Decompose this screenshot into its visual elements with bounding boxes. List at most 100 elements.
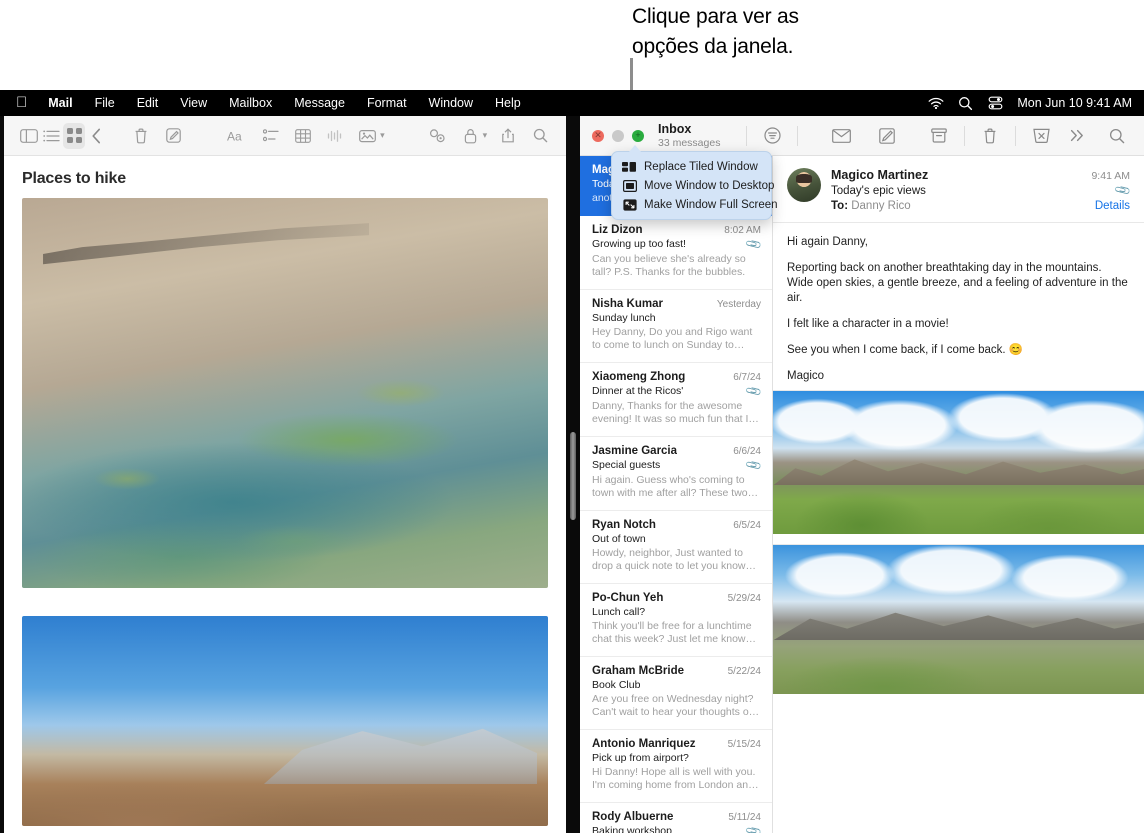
message-subject: Baking workshop bbox=[592, 825, 672, 833]
spotlight-search-icon[interactable] bbox=[957, 95, 974, 112]
message-date: 8:02 AM bbox=[724, 225, 761, 236]
apple-logo-icon[interactable]:  bbox=[12, 90, 37, 116]
chevron-left-icon[interactable] bbox=[85, 123, 107, 149]
compose-icon[interactable] bbox=[872, 123, 902, 149]
control-center-icon[interactable] bbox=[987, 95, 1004, 112]
menu-item-view[interactable]: View bbox=[169, 90, 218, 116]
archive-icon[interactable] bbox=[924, 123, 954, 149]
list-item[interactable]: Ryan Notch 6/5/24 Out of town Howdy, nei… bbox=[580, 511, 772, 584]
menu-bar-status: Mon Jun 10 9:41 AM bbox=[927, 95, 1144, 112]
filter-icon[interactable] bbox=[757, 123, 787, 149]
list-item[interactable]: Jasmine Garcia 6/6/24 Special guests 📎 H… bbox=[580, 437, 772, 511]
message-list[interactable]: Magico Martinez 9:41 AM Today's epic vie… bbox=[580, 156, 773, 833]
menu-item-mailbox[interactable]: Mailbox bbox=[218, 90, 283, 116]
message-date: 5/29/24 bbox=[728, 593, 761, 604]
message-sender: Rody Albuerne bbox=[592, 811, 673, 823]
list-view-icon[interactable] bbox=[40, 123, 62, 149]
mail-body: Magico Martinez 9:41 AM Today's epic vie… bbox=[580, 156, 1144, 833]
notes-toolbar: Aa ▾ ▾ bbox=[4, 116, 566, 156]
message-date: 6/6/24 bbox=[733, 446, 761, 457]
menu-item-edit[interactable]: Edit bbox=[126, 90, 170, 116]
close-window-button[interactable]: ✕ bbox=[592, 130, 604, 142]
search-icon[interactable] bbox=[1102, 123, 1132, 149]
reading-pane: Magico Martinez 9:41 AM Today's epic vie… bbox=[773, 156, 1144, 833]
zoom-window-button[interactable]: + bbox=[632, 130, 644, 142]
svg-text:Aa: Aa bbox=[227, 129, 242, 143]
text-format-icon: Aa bbox=[227, 123, 249, 149]
window-controls: ✕ + bbox=[592, 130, 644, 142]
junk-icon[interactable] bbox=[1026, 123, 1056, 149]
lock-chevron-down-icon[interactable]: ▾ bbox=[483, 130, 488, 141]
body-paragraph: Hi again Danny, bbox=[787, 235, 1130, 250]
message-subject: Growing up too fast! bbox=[592, 238, 686, 250]
tiled-windows-icon bbox=[622, 160, 637, 173]
message-header: Magico Martinez 9:41 AM Today's epic vie… bbox=[773, 156, 1144, 223]
menu-item-replace-tiled-window[interactable]: Replace Tiled Window bbox=[612, 157, 771, 176]
list-item[interactable]: Antonio Manriquez 5/15/24 Pick up from a… bbox=[580, 730, 772, 803]
menu-item-label: Move Window to Desktop bbox=[644, 180, 774, 192]
list-item[interactable]: Rody Albuerne 5/11/24 Baking workshop 📎 … bbox=[580, 803, 772, 833]
menu-bar-items:  Mail File Edit View Mailbox Message Fo… bbox=[0, 90, 532, 116]
message-preview: Hi again. Guess who's coming to town wit… bbox=[592, 474, 761, 501]
lock-icon[interactable] bbox=[459, 123, 481, 149]
menu-item-file[interactable]: File bbox=[84, 90, 126, 116]
details-link[interactable]: Details bbox=[1095, 200, 1130, 212]
body-paragraph: Reporting back on another breathtaking d… bbox=[787, 261, 1130, 306]
minimize-window-button[interactable] bbox=[612, 130, 624, 142]
compose-note-icon[interactable] bbox=[162, 123, 184, 149]
message-sender: Nisha Kumar bbox=[592, 298, 663, 310]
to-value: Danny Rico bbox=[851, 200, 910, 212]
callout-line-1: Clique para ver as bbox=[632, 2, 932, 32]
window-desktop-icon bbox=[622, 179, 637, 192]
audio-waveform-icon[interactable] bbox=[324, 123, 346, 149]
search-icon[interactable] bbox=[530, 123, 552, 149]
window-options-menu[interactable]: Replace Tiled Window Move Window to Desk… bbox=[611, 151, 772, 220]
message-date: 5/15/24 bbox=[728, 739, 761, 750]
chevrons-right-icon[interactable] bbox=[1062, 123, 1092, 149]
mail-toolbar: ✕ + Inbox 33 messages bbox=[580, 116, 1144, 156]
menu-item-make-window-full-screen[interactable]: Make Window Full Screen bbox=[612, 195, 771, 214]
full-screen-icon bbox=[622, 198, 637, 211]
list-item[interactable]: Liz Dizon 8:02 AM Growing up too fast! 📎… bbox=[580, 216, 772, 290]
body-paragraph: I felt like a character in a movie! bbox=[787, 317, 1130, 332]
message-preview: Danny, Thanks for the awesome evening! I… bbox=[592, 400, 761, 427]
list-item[interactable]: Xiaomeng Zhong 6/7/24 Dinner at the Rico… bbox=[580, 363, 772, 437]
table-icon[interactable] bbox=[292, 123, 314, 149]
collaborate-icon[interactable] bbox=[427, 123, 449, 149]
mobius-arch-photo bbox=[22, 616, 548, 826]
menu-item-message[interactable]: Message bbox=[283, 90, 356, 116]
menu-item-window[interactable]: Window bbox=[418, 90, 484, 116]
list-item[interactable]: Nisha Kumar Yesterday Sunday lunch Hey D… bbox=[580, 290, 772, 363]
checklist-icon[interactable] bbox=[259, 123, 281, 149]
media-icon[interactable] bbox=[357, 123, 379, 149]
divider-drag-handle[interactable] bbox=[570, 432, 576, 520]
message-subject: Out of town bbox=[592, 533, 646, 545]
window-split-divider[interactable] bbox=[566, 116, 580, 833]
list-item[interactable]: Po-Chun Yeh 5/29/24 Lunch call? Think yo… bbox=[580, 584, 772, 657]
share-icon[interactable] bbox=[497, 123, 519, 149]
paperclip-icon: 📎 bbox=[745, 822, 764, 833]
sidebar-icon[interactable] bbox=[18, 123, 40, 149]
menu-bar-clock[interactable]: Mon Jun 10 9:41 AM bbox=[1017, 96, 1132, 110]
toolbar-separator-3 bbox=[964, 126, 965, 146]
menu-item-help[interactable]: Help bbox=[484, 90, 532, 116]
list-item[interactable]: Graham McBride 5/22/24 Book Club Are you… bbox=[580, 657, 772, 730]
trash-icon[interactable] bbox=[130, 123, 152, 149]
envelope-icon[interactable] bbox=[826, 123, 856, 149]
toolbar-separator-4 bbox=[1015, 126, 1016, 146]
paperclip-icon: 📎 bbox=[745, 382, 764, 401]
reader-subject: Today's epic views bbox=[831, 185, 926, 197]
message-preview: Hi Danny! Hope all is well with you. I'm… bbox=[592, 766, 761, 793]
wifi-icon[interactable] bbox=[927, 95, 944, 112]
body-paragraph: See you when I come back, if I come back… bbox=[787, 343, 1130, 358]
trash-icon[interactable] bbox=[975, 123, 1005, 149]
mailbox-title: Inbox bbox=[658, 122, 720, 136]
gallery-view-icon[interactable] bbox=[63, 123, 85, 149]
menu-item-move-window-to-desktop[interactable]: Move Window to Desktop bbox=[612, 176, 771, 195]
message-sender: Jasmine Garcia bbox=[592, 445, 677, 457]
menu-item-mail[interactable]: Mail bbox=[37, 90, 83, 116]
menu-bar:  Mail File Edit View Mailbox Message Fo… bbox=[0, 90, 1144, 116]
message-body: Hi again Danny, Reporting back on anothe… bbox=[773, 223, 1144, 384]
menu-item-format[interactable]: Format bbox=[356, 90, 418, 116]
chevron-down-icon[interactable]: ▾ bbox=[380, 130, 385, 141]
